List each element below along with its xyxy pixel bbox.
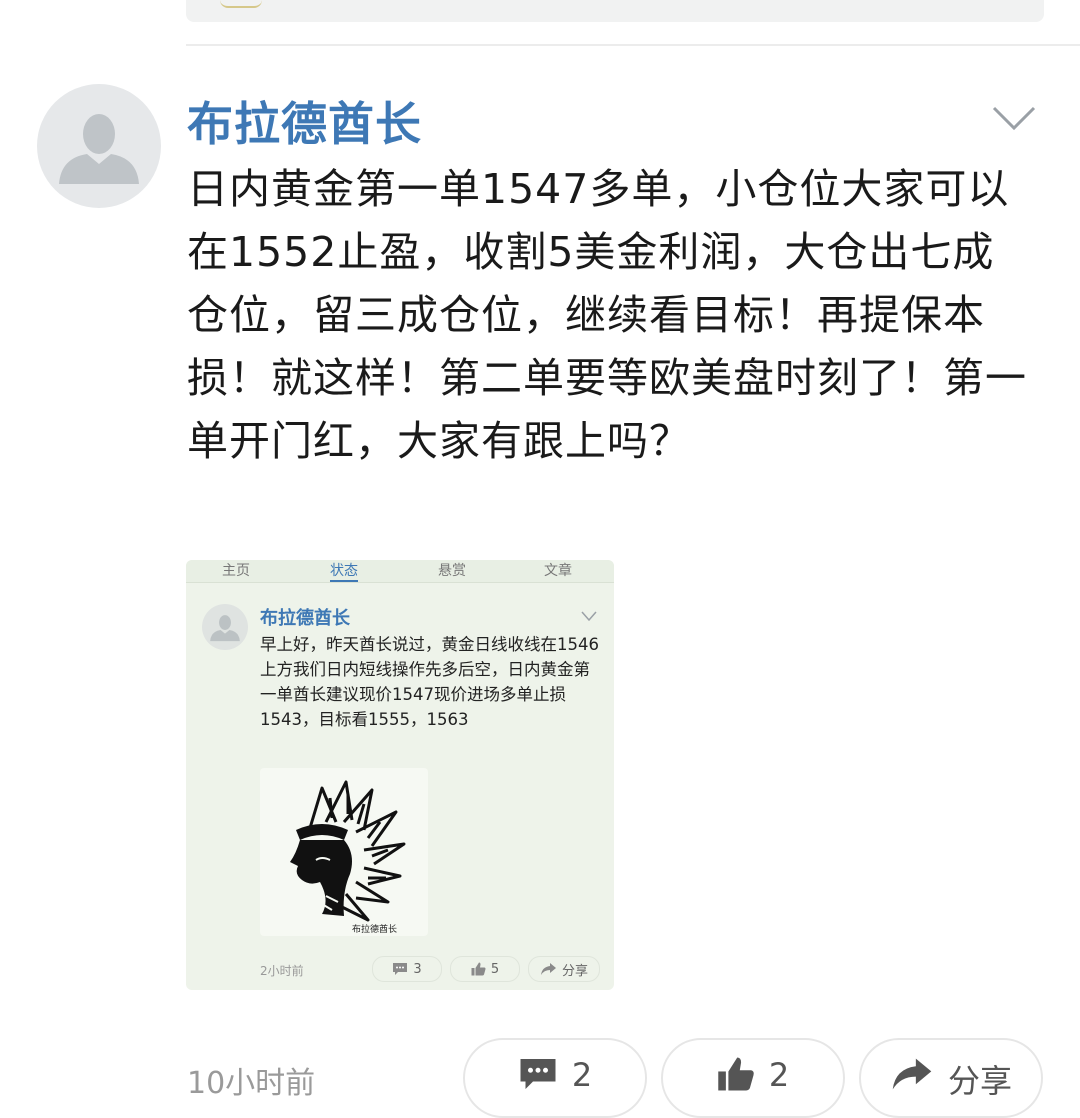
post-text: 日内黄金第一单1547多单，小仓位大家可以在1552止盈，收割5美金利润，大仓出… xyxy=(187,165,1027,465)
user-avatar-icon xyxy=(59,114,139,184)
thumbs-up-icon xyxy=(718,1057,754,1091)
embedded-share-button: 分享 xyxy=(528,956,600,982)
previous-post-card xyxy=(186,0,1044,22)
chevron-down-icon xyxy=(581,611,597,622)
previous-post-thumbnail xyxy=(220,0,262,8)
comment-button[interactable]: 2 xyxy=(463,1038,647,1118)
embedded-tab-status: 状态 xyxy=(330,560,358,582)
post-footer: 10小时前 2 2 分享 xyxy=(0,1036,1080,1118)
embedded-username: 布拉德酋长 xyxy=(260,608,350,629)
share-label: 分享 xyxy=(947,1062,1012,1100)
share-arrow-icon xyxy=(540,963,556,975)
share-button[interactable]: 分享 xyxy=(859,1038,1043,1118)
embedded-like-count: 5 xyxy=(490,961,500,977)
embedded-tab-bar: 主页 状态 悬赏 文章 xyxy=(186,560,614,583)
embedded-comment-button: 3 xyxy=(372,956,442,982)
embedded-share-label: 分享 xyxy=(561,963,588,979)
embedded-avatar xyxy=(202,604,248,650)
embedded-tab-bounty: 悬赏 xyxy=(438,563,466,579)
share-arrow-icon xyxy=(892,1058,932,1090)
embedded-tab-articles: 文章 xyxy=(544,563,572,579)
thumbs-up-icon xyxy=(471,962,486,976)
post-image-screenshot[interactable]: 主页 状态 悬赏 文章 布拉德酋长 早上好，昨天酋长说过，黄金日线收线在1546… xyxy=(186,560,614,990)
embedded-post-text: 早上好，昨天酋长说过，黄金日线收线在1546上方我们日内短线操作先多后空，日内黄… xyxy=(260,635,599,729)
chief-headdress-logo xyxy=(290,780,406,922)
post-username[interactable]: 布拉德酋长 xyxy=(187,88,422,154)
embedded-like-button: 5 xyxy=(450,956,520,982)
comment-count: 2 xyxy=(571,1056,593,1094)
logo-caption: 布拉德酋长 xyxy=(352,925,398,935)
like-count: 2 xyxy=(768,1056,790,1094)
embedded-comment-count: 3 xyxy=(413,961,422,977)
like-button[interactable]: 2 xyxy=(661,1038,845,1118)
comment-icon xyxy=(520,1059,556,1089)
user-avatar-icon xyxy=(210,615,240,642)
chevron-down-icon[interactable] xyxy=(990,102,1038,132)
embedded-tab-home: 主页 xyxy=(222,563,250,579)
comment-icon xyxy=(393,963,408,975)
embedded-footer: 2小时前 3 5 分享 xyxy=(186,956,614,984)
post-timestamp: 10小时前 xyxy=(187,1066,316,1101)
embedded-image: 布拉德酋长 xyxy=(260,768,428,936)
embedded-timestamp: 2小时前 xyxy=(260,964,304,978)
avatar[interactable] xyxy=(37,84,161,208)
post-divider xyxy=(186,44,1080,46)
